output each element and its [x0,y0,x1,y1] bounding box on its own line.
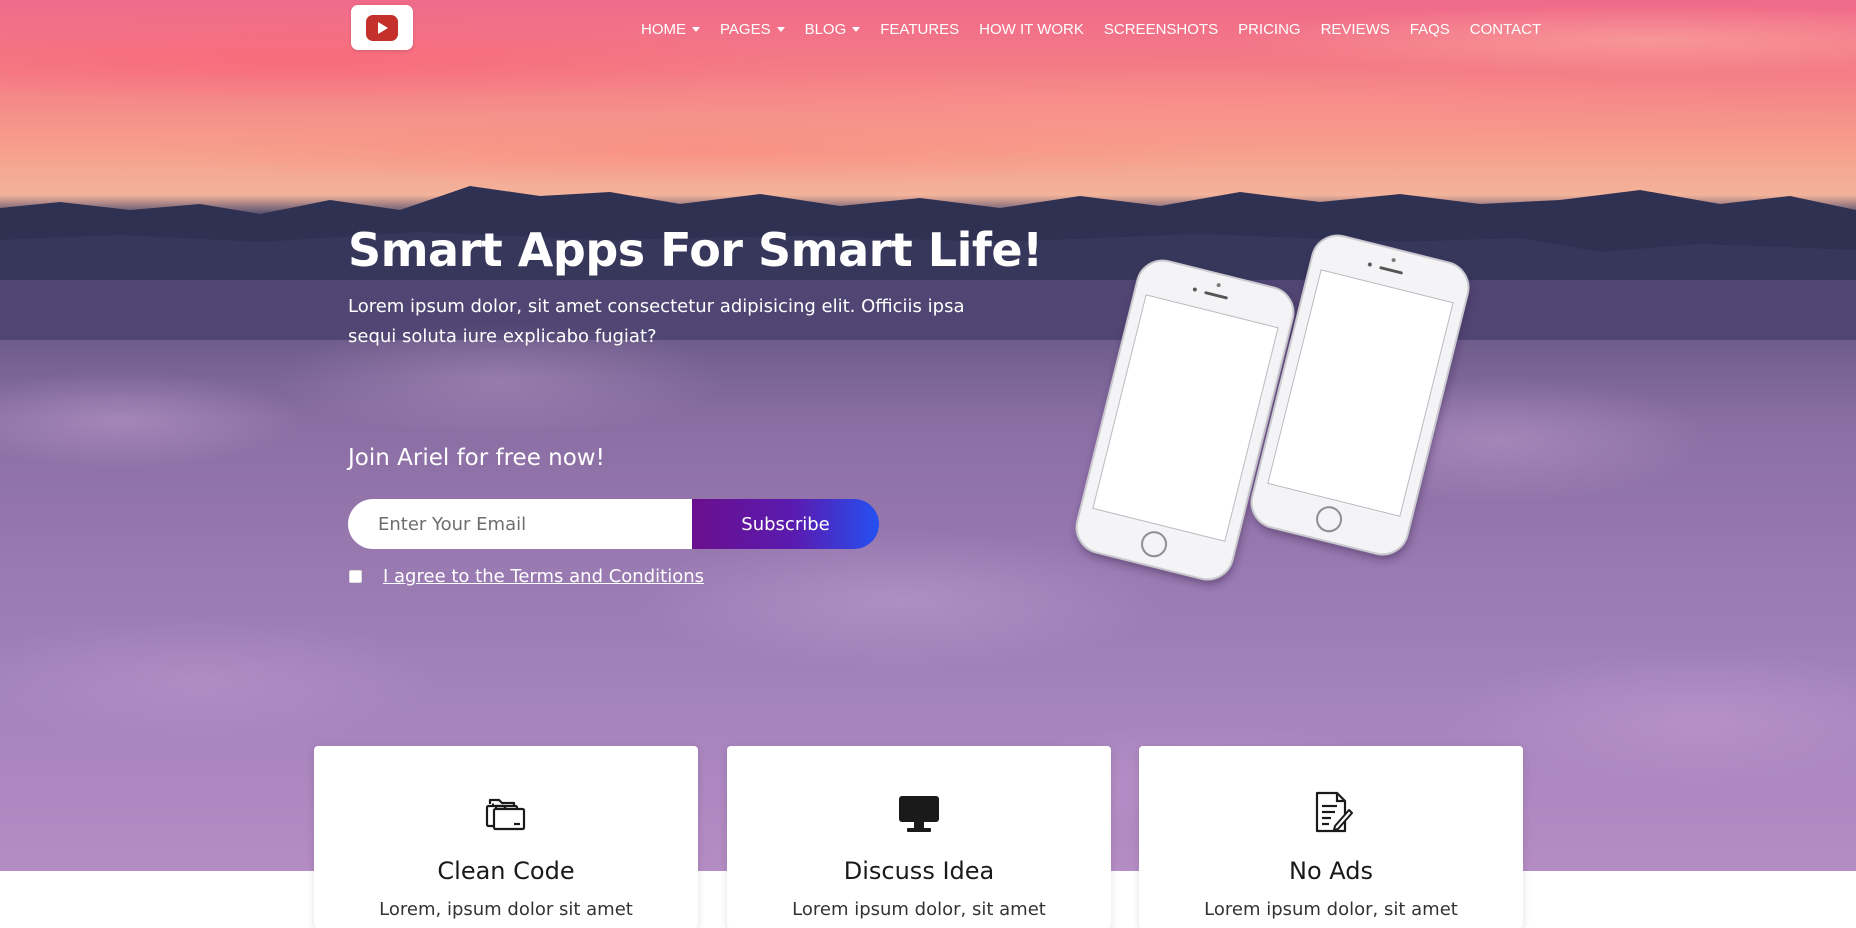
nav-item-label: HOW IT WORK [979,20,1084,38]
hero-title: Smart Apps For Smart Life! [348,223,1043,277]
nav-item-blog[interactable]: BLOG [805,21,861,38]
play-button-icon [366,14,398,41]
nav-item-label: PAGES [720,20,771,38]
nav-item-reviews[interactable]: REVIEWS [1321,21,1390,38]
nav-item-label: FEATURES [880,20,960,38]
feature-card-discuss-idea: Discuss Idea Lorem ipsum dolor, sit amet [727,746,1111,928]
nav-item-label: HOME [641,20,686,38]
hero-section [0,0,1856,871]
nav-item-label: REVIEWS [1320,20,1390,38]
feature-text: Lorem, ipsum dolor sit amet [379,899,633,920]
terms-checkbox[interactable] [349,570,362,583]
caret-down-icon [692,26,700,32]
folders-icon [485,798,526,831]
feature-text: Lorem ipsum dolor, sit amet [792,899,1046,920]
nav-item-label: SCREENSHOTS [1103,20,1219,38]
nav-item-contact[interactable]: CONTACT [1470,21,1541,38]
phones-mockup-image [1075,234,1470,581]
nav-item-label: BLOG [804,20,847,38]
caret-down-icon [852,26,861,32]
nav-item-home[interactable]: HOME [641,21,700,38]
feature-title: No Ads [1289,857,1373,885]
nav-item-features[interactable]: FEATURES [880,21,959,38]
nav-item-pricing[interactable]: PRICING [1238,21,1301,38]
document-edit-icon [1315,791,1353,833]
nav-item-label: PRICING [1238,20,1301,38]
feature-title: Clean Code [437,857,575,885]
subscribe-button[interactable]: Subscribe [692,499,879,549]
nav-item-faqs[interactable]: FAQS [1410,21,1450,38]
subscribe-form: Subscribe [348,499,879,549]
email-input[interactable] [348,499,692,549]
hero-subtitle: Lorem ipsum dolor, sit amet consectetur … [348,296,965,347]
monitor-icon [899,796,939,832]
nav-item-screenshots[interactable]: SCREENSHOTS [1104,21,1218,38]
nav-item-pages[interactable]: PAGES [720,21,785,38]
join-heading: Join Ariel for free now! [348,445,605,471]
nav-item-how-it-work[interactable]: HOW IT WORK [979,21,1084,38]
nav-item-label: CONTACT [1469,20,1542,38]
main-nav: HOME PAGES BLOG FEATURES HOW IT WORK SCR… [641,18,1541,40]
caret-down-icon [776,26,785,32]
feature-card-no-ads: No Ads Lorem ipsum dolor, sit amet [1139,746,1523,928]
feature-card-clean-code: Clean Code Lorem, ipsum dolor sit amet [314,746,698,928]
terms-row: I agree to the Terms and Conditions [349,566,704,587]
site-logo[interactable] [351,5,413,50]
nav-item-label: FAQS [1409,20,1450,38]
terms-link[interactable]: I agree to the Terms and Conditions [383,566,704,587]
feature-title: Discuss Idea [843,857,995,885]
feature-text: Lorem ipsum dolor, sit amet [1204,899,1458,920]
